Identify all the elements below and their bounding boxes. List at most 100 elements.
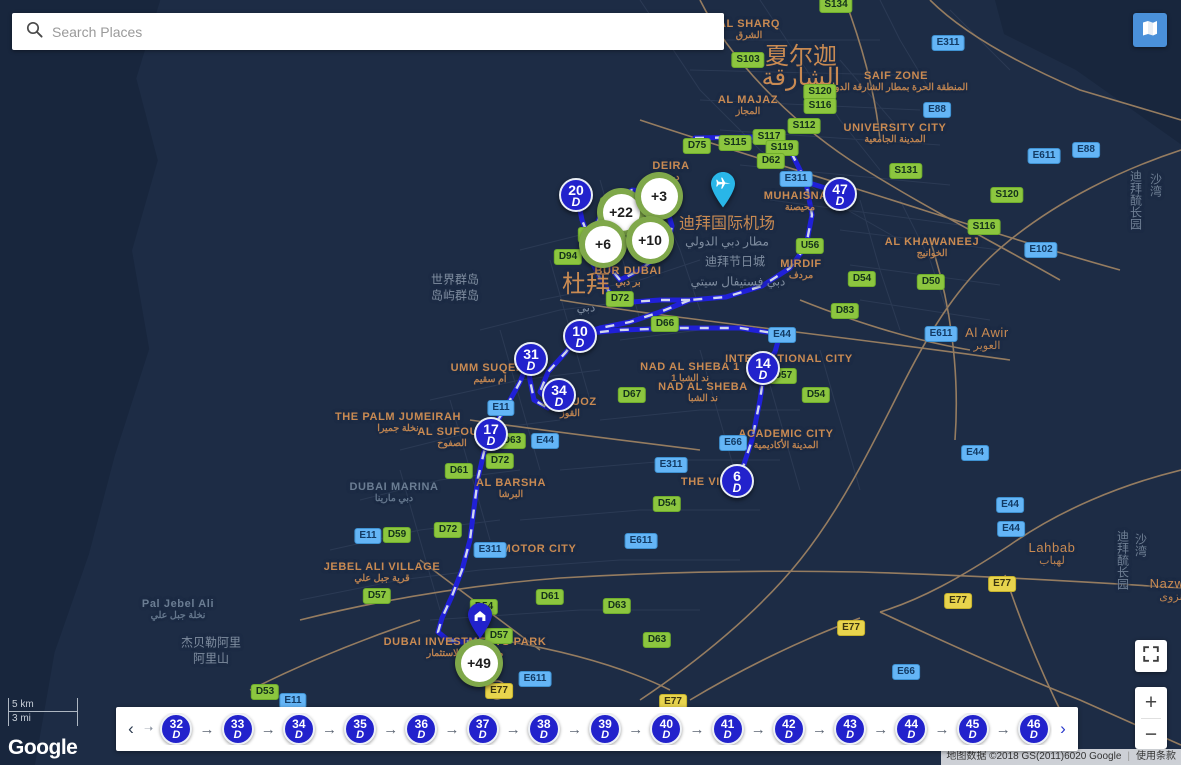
stop-marker[interactable]: 31 D — [514, 342, 548, 376]
timeline-node[interactable]: 34 D — [282, 713, 315, 745]
cluster-marker-count: +10 — [631, 221, 669, 259]
road-shield: D50 — [916, 274, 946, 290]
road-shield: D75 — [682, 138, 712, 154]
road-shield: D67 — [617, 387, 647, 403]
stop-marker[interactable]: 6D — [720, 464, 754, 498]
timeline-node[interactable]: 35 D — [344, 713, 377, 745]
timeline-arrow-icon: → — [505, 720, 521, 738]
stop-marker[interactable]: 47 D — [823, 177, 857, 211]
stop-marker[interactable]: 34 D — [542, 378, 576, 412]
timeline-arrow-icon: → — [995, 720, 1011, 738]
timeline-arrow-icon: → — [566, 720, 582, 738]
timeline-node[interactable]: 42 D — [772, 713, 805, 745]
road-shield: D61 — [444, 463, 474, 479]
cluster-marker[interactable]: +49 — [455, 639, 503, 687]
attribution-bar: 地图数据 ©2018 GS(2011)6020 Google | 使用条款 — [941, 749, 1181, 765]
cluster-marker-count: +49 — [460, 644, 498, 682]
timeline-next-button[interactable]: › — [1052, 707, 1074, 751]
road-shield: E611 — [924, 326, 958, 342]
cluster-marker-count: +6 — [584, 225, 622, 263]
road-shield: S116 — [967, 219, 1001, 235]
timeline-node[interactable]: 32 D — [160, 713, 193, 745]
fullscreen-button[interactable] — [1135, 640, 1167, 672]
road-shield: E44 — [997, 521, 1025, 537]
timeline-node-type: D — [233, 729, 242, 741]
zoom-in-button[interactable]: + — [1135, 687, 1167, 718]
road-shield: S134 — [819, 0, 853, 13]
road-shield: U56 — [795, 238, 825, 254]
timeline-node[interactable]: 43 D — [834, 713, 867, 745]
road-shield: E88 — [1072, 142, 1100, 158]
timeline-node-type: D — [968, 729, 977, 741]
scale-metric: 5 km — [8, 698, 78, 712]
timeline-node-type: D — [601, 729, 610, 741]
zoom-out-button[interactable]: − — [1135, 719, 1167, 750]
timeline-arrow-icon: → — [934, 720, 950, 738]
road-shield: S116 — [803, 98, 837, 114]
stop-marker[interactable]: 10 D — [563, 319, 597, 353]
stop-marker-type: D — [526, 359, 536, 373]
stop-marker-type: D — [486, 434, 496, 448]
route-timeline[interactable]: ‹ ➝ 32 D → 33 D → 34 D → 35 D → 36 D → 37 D → 38 D → 39 D → 40 D → 4… — [116, 707, 1078, 751]
road-shield: E102 — [1024, 242, 1058, 258]
road-shield: D54 — [801, 387, 831, 403]
stop-marker-type: D — [758, 368, 768, 382]
road-shield: E88 — [923, 102, 951, 118]
timeline-node[interactable]: 45 D — [956, 713, 989, 745]
timeline-track[interactable]: ➝ 32 D → 33 D → 34 D → 35 D → 36 D → 37 D → 38 D → 39 D → 40 D → 41 D… — [142, 713, 1052, 745]
timeline-node[interactable]: 41 D — [711, 713, 744, 745]
timeline-node[interactable]: 46 D — [1017, 713, 1050, 745]
map-canvas[interactable]: 夏尔迦 الشارقة 迪拜国际机场 مطار دبي الدولي 迪拜节日城 دبي … — [0, 0, 1181, 765]
road-shield: D57 — [362, 588, 392, 604]
timeline-node-type: D — [294, 729, 303, 741]
timeline-arrow-icon: → — [383, 720, 399, 738]
cluster-marker-count: +3 — [640, 177, 678, 215]
timeline-arrow-icon: → — [811, 720, 827, 738]
road-shield: E311 — [473, 542, 507, 558]
terms-link[interactable]: 使用条款 — [1136, 749, 1176, 765]
road-shield: D94 — [553, 249, 583, 265]
road-shield: D53 — [250, 684, 280, 700]
timeline-node-type: D — [539, 729, 548, 741]
road-shield: E66 — [892, 664, 920, 680]
timeline-node[interactable]: 44 D — [895, 713, 928, 745]
road-shield: E77 — [944, 593, 972, 609]
home-pin-icon[interactable] — [466, 602, 494, 640]
stop-marker-type: D — [835, 194, 845, 208]
timeline-lead-arrow-icon: ➝ — [144, 722, 154, 735]
road-shield: E11 — [354, 528, 382, 544]
zoom-controls[interactable]: + − — [1135, 687, 1167, 749]
road-shield: D61 — [535, 589, 565, 605]
fullscreen-icon — [1143, 645, 1159, 667]
road-shield: E11 — [487, 400, 515, 416]
timeline-node[interactable]: 37 D — [466, 713, 499, 745]
timeline-node[interactable]: 38 D — [527, 713, 560, 745]
road-shield: E311 — [654, 457, 688, 473]
cluster-marker[interactable]: +3 — [635, 172, 683, 220]
road-shield: S131 — [889, 163, 923, 179]
stop-marker[interactable]: 20 D — [559, 178, 593, 212]
timeline-node-type: D — [1029, 729, 1038, 741]
search-input[interactable] — [52, 13, 724, 50]
map-type-button[interactable] — [1133, 13, 1167, 47]
road-shield: D54 — [847, 271, 877, 287]
timeline-arrow-icon: → — [321, 720, 337, 738]
google-logo: Google — [8, 736, 78, 759]
timeline-node[interactable]: 33 D — [221, 713, 254, 745]
cluster-marker[interactable]: +6 — [579, 220, 627, 268]
cluster-marker[interactable]: +10 — [626, 216, 674, 264]
search-bar[interactable] — [12, 13, 724, 50]
road-shield: D62 — [756, 153, 786, 169]
road-shield: E611 — [1027, 148, 1061, 164]
timeline-node-type: D — [846, 729, 855, 741]
stop-marker[interactable]: 14 D — [746, 351, 780, 385]
timeline-node-type: D — [478, 729, 487, 741]
timeline-node[interactable]: 39 D — [589, 713, 622, 745]
timeline-node[interactable]: 40 D — [650, 713, 683, 745]
timeline-node-type: D — [356, 729, 365, 741]
airport-pin-icon[interactable] — [709, 171, 737, 209]
timeline-prev-button[interactable]: ‹ — [120, 707, 142, 751]
attribution-data: 地图数据 ©2018 GS(2011)6020 Google — [946, 751, 1122, 762]
stop-marker[interactable]: 17 D — [474, 417, 508, 451]
timeline-node[interactable]: 36 D — [405, 713, 438, 745]
